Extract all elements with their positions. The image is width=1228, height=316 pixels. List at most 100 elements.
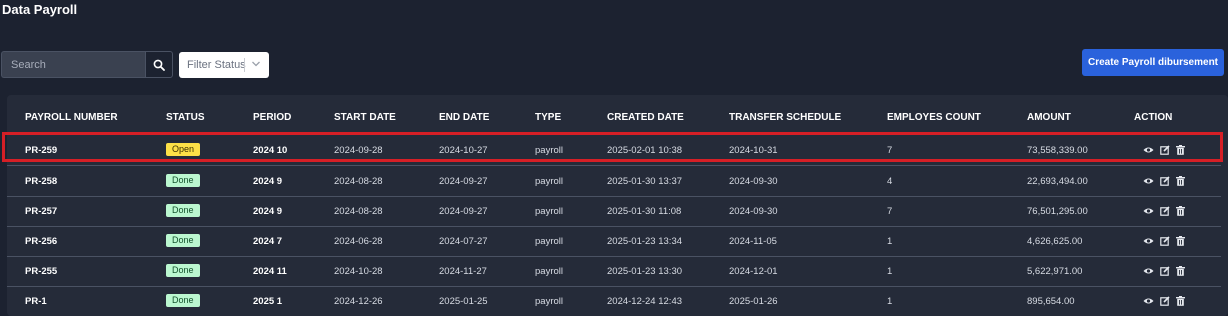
amount: 73,558,339.00	[1027, 145, 1088, 156]
row-actions	[1143, 175, 1186, 186]
page-title: Data Payroll	[2, 2, 78, 17]
transfer-schedule: 2024-09-30	[729, 176, 778, 187]
row-actions	[1143, 205, 1186, 216]
column-header-action: ACTION	[1134, 112, 1173, 123]
eye-icon[interactable]	[1143, 265, 1154, 276]
edit-icon[interactable]	[1159, 235, 1170, 246]
created-date: 2025-01-30 11:08	[607, 206, 682, 217]
type: payroll	[535, 145, 563, 156]
payroll-number[interactable]: PR-1	[25, 296, 47, 307]
start-date: 2024-06-28	[334, 236, 383, 247]
payroll-number[interactable]: PR-259	[25, 145, 57, 156]
type: payroll	[535, 296, 563, 307]
period: 2024 9	[253, 206, 283, 217]
transfer-schedule: 2024-10-31	[729, 145, 778, 156]
transfer-schedule: 2024-12-01	[729, 266, 778, 277]
table-row[interactable]: PR-1 Done 2025 1 2024-12-26 2025-01-25 p…	[7, 286, 1221, 316]
payroll-number[interactable]: PR-257	[25, 206, 57, 217]
table-row[interactable]: PR-257 Done 2024 9 2024-08-28 2024-09-27…	[7, 196, 1221, 227]
trash-icon[interactable]	[1175, 295, 1186, 306]
eye-icon[interactable]	[1143, 175, 1154, 186]
column-header-status[interactable]: STATUS	[166, 112, 205, 123]
edit-icon[interactable]	[1159, 295, 1170, 306]
table-row[interactable]: PR-255 Done 2024 11 2024-10-28 2024-11-2…	[7, 256, 1221, 287]
edit-icon[interactable]	[1159, 265, 1170, 276]
table-row[interactable]: PR-256 Done 2024 7 2024-06-28 2024-07-27…	[7, 226, 1221, 257]
column-header-created-date[interactable]: CREATED DATE	[607, 112, 684, 123]
period: 2024 9	[253, 176, 283, 187]
eye-icon[interactable]	[1143, 295, 1154, 306]
created-date: 2025-01-23 13:34	[607, 236, 683, 247]
eye-icon[interactable]	[1143, 235, 1154, 246]
employes-count: 4	[887, 176, 893, 187]
column-header-amount[interactable]: AMOUNT	[1027, 112, 1071, 123]
created-date: 2024-12-24 12:43	[607, 296, 683, 307]
edit-icon[interactable]	[1159, 175, 1170, 186]
search-input[interactable]	[1, 51, 145, 78]
period: 2025 1	[253, 296, 283, 307]
table-header: PAYROLL NUMBER STATUS PERIOD START DATE …	[7, 95, 1228, 135]
period: 2024 7	[253, 236, 283, 247]
type: payroll	[535, 206, 563, 217]
end-date: 2024-07-27	[439, 236, 488, 247]
status-badge: Done	[166, 174, 200, 187]
employes-count: 7	[887, 206, 893, 217]
create-payroll-button[interactable]: Create Payroll dibursement	[1082, 49, 1224, 76]
payroll-number[interactable]: PR-258	[25, 176, 57, 187]
end-date: 2025-01-25	[439, 296, 488, 307]
edit-icon[interactable]	[1159, 205, 1170, 216]
trash-icon[interactable]	[1175, 205, 1186, 216]
start-date: 2024-12-26	[334, 296, 383, 307]
amount: 5,622,971.00	[1027, 266, 1083, 277]
filter-status-placeholder: Filter Status	[187, 59, 246, 71]
payroll-number[interactable]: PR-256	[25, 236, 57, 247]
amount: 895,654.00	[1027, 296, 1075, 307]
type: payroll	[535, 236, 563, 247]
payroll-table: PAYROLL NUMBER STATUS PERIOD START DATE …	[7, 95, 1228, 316]
search-box	[1, 51, 173, 78]
end-date: 2024-09-27	[439, 176, 488, 187]
status-badge: Open	[166, 143, 201, 156]
column-header-employes-count[interactable]: EMPLOYES COUNT	[887, 112, 981, 123]
start-date: 2024-08-28	[334, 176, 383, 187]
trash-icon[interactable]	[1175, 144, 1186, 155]
trash-icon[interactable]	[1175, 265, 1186, 276]
start-date: 2024-10-28	[334, 266, 383, 277]
column-header-period[interactable]: PERIOD	[253, 112, 291, 123]
row-actions	[1143, 265, 1186, 276]
transfer-schedule: 2024-11-05	[729, 236, 777, 247]
trash-icon[interactable]	[1175, 235, 1186, 246]
status-badge: Done	[166, 264, 200, 277]
employes-count: 1	[887, 266, 893, 277]
employes-count: 1	[887, 236, 893, 247]
column-header-type[interactable]: TYPE	[535, 112, 561, 123]
period: 2024 11	[253, 266, 287, 277]
column-header-transfer-schedule[interactable]: TRANSFER SCHEDULE	[729, 112, 841, 123]
created-date: 2025-01-23 13:30	[607, 266, 683, 277]
payroll-number[interactable]: PR-255	[25, 266, 57, 277]
type: payroll	[535, 266, 563, 277]
created-date: 2025-02-01 10:38	[607, 145, 683, 156]
start-date: 2024-08-28	[334, 206, 383, 217]
search-icon	[153, 59, 165, 71]
column-header-start-date[interactable]: START DATE	[334, 112, 396, 123]
status-badge: Done	[166, 204, 200, 217]
search-button[interactable]	[145, 51, 173, 78]
column-header-payroll-number[interactable]: PAYROLL NUMBER	[25, 112, 118, 123]
trash-icon[interactable]	[1175, 175, 1186, 186]
table-row[interactable]: PR-259 Open 2024 10 2024-09-28 2024-10-2…	[7, 135, 1221, 166]
eye-icon[interactable]	[1143, 144, 1154, 155]
filter-status-select[interactable]: Filter Status	[179, 52, 269, 78]
eye-icon[interactable]	[1143, 205, 1154, 216]
end-date: 2024-11-27	[439, 266, 487, 277]
end-date: 2024-10-27	[439, 145, 488, 156]
column-header-end-date[interactable]: END DATE	[439, 112, 489, 123]
transfer-schedule: 2025-01-26	[729, 296, 778, 307]
employes-count: 7	[887, 145, 893, 156]
edit-icon[interactable]	[1159, 144, 1170, 155]
chevron-down-icon	[252, 61, 260, 67]
status-badge: Done	[166, 234, 200, 247]
row-actions	[1143, 295, 1186, 306]
period: 2024 10	[253, 145, 288, 156]
table-row[interactable]: PR-258 Done 2024 9 2024-08-28 2024-09-27…	[7, 166, 1221, 197]
